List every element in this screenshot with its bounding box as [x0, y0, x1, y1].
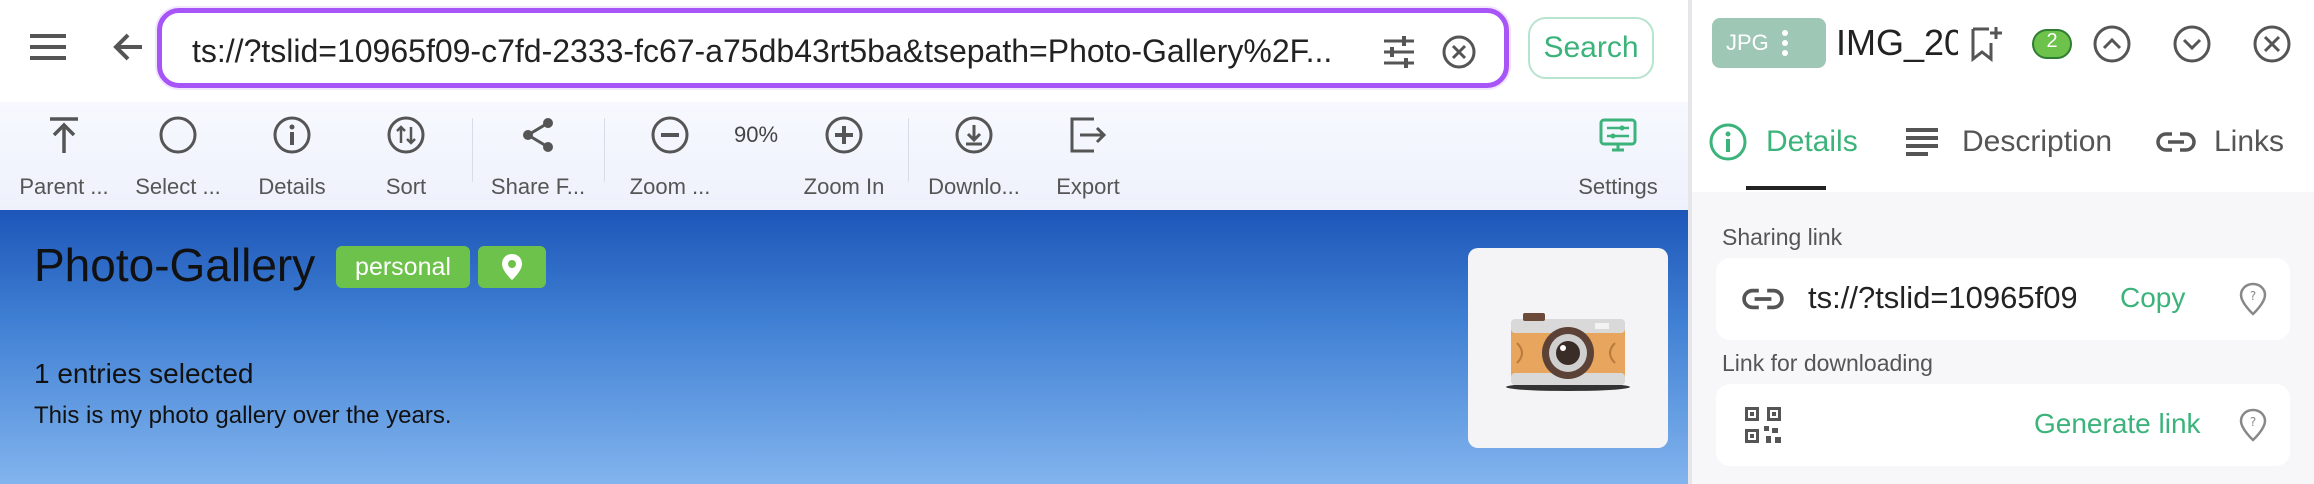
next-entry-button[interactable] — [2170, 22, 2214, 66]
tab-links[interactable]: Links — [2156, 120, 2284, 164]
tags-count: 2 — [2046, 30, 2058, 52]
tab-links-label: Links — [2214, 125, 2285, 158]
zoom-out-icon — [650, 110, 690, 160]
link-icon — [1742, 288, 1784, 310]
sort-button[interactable]: Sort — [356, 110, 456, 210]
clear-icon[interactable] — [1440, 33, 1478, 71]
share-icon — [518, 110, 558, 160]
zoom-out-label: Zoom ... — [629, 174, 711, 199]
settings-button[interactable]: Settings — [1568, 110, 1668, 210]
select-label: Select ... — [135, 174, 221, 199]
tab-details-label: Details — [1766, 125, 1858, 158]
settings-monitor-icon — [1598, 110, 1638, 160]
folder-description: This is my photo gallery over the years. — [34, 402, 452, 429]
circle-select-icon — [158, 110, 198, 160]
file-name: IMG_20 — [1836, 22, 1958, 63]
selection-status: 1 entries selected — [34, 358, 254, 389]
help-pin-icon[interactable]: ? — [2238, 282, 2268, 316]
info-icon — [272, 110, 312, 160]
bookmark-add-icon[interactable] — [1964, 22, 2008, 66]
close-icon — [2253, 25, 2291, 63]
back-arrow-icon[interactable] — [104, 23, 152, 71]
share-label: Share F... — [490, 174, 586, 199]
camera-icon — [1506, 313, 1630, 391]
address-input[interactable]: ts://?tslid=10965f09-c7fd-2333-fc67-a75d… — [192, 33, 1342, 69]
download-button[interactable]: Downlo... — [924, 110, 1024, 210]
download-icon — [954, 110, 994, 160]
export-button[interactable]: Export — [1038, 110, 1138, 210]
details-label: Details — [258, 174, 326, 199]
tags-count-badge[interactable]: 2 — [2028, 20, 2076, 68]
parent-folder-button[interactable]: Parent ... — [14, 110, 114, 210]
svg-text:?: ? — [2250, 415, 2256, 429]
top-bar: ts://?tslid=10965f09-c7fd-2333-fc67-a75d… — [0, 0, 1688, 102]
tab-description-label: Description — [1962, 125, 2113, 158]
settings-label: Settings — [1578, 174, 1658, 199]
previous-entry-button[interactable] — [2090, 22, 2134, 66]
folder-header: Photo-Gallery personal 1 entries selecte… — [0, 210, 1688, 484]
zoom-out-button[interactable]: Zoom ... — [620, 110, 720, 210]
export-icon — [1068, 110, 1108, 160]
location-tag[interactable] — [478, 246, 546, 288]
download-link-field: Generate link ? — [1716, 384, 2290, 466]
more-vertical-icon — [1781, 30, 1788, 56]
link-icon — [2156, 132, 2196, 152]
zoom-in-button[interactable]: Zoom In — [794, 110, 894, 210]
folder-thumbnail[interactable] — [1468, 248, 1668, 448]
zoom-level: 90% — [733, 122, 779, 147]
generate-link-button[interactable]: Generate link — [2034, 408, 2201, 440]
tag-personal[interactable]: personal — [336, 246, 470, 288]
download-label: Downlo... — [928, 174, 1020, 199]
help-pin-icon[interactable]: ? — [2238, 408, 2268, 442]
file-type-label: JPG — [1726, 30, 1769, 55]
sharing-link-field: ts://?tslid=10965f09-c7fd-2333-fc67-a75d… — [1716, 258, 2290, 340]
close-button[interactable] — [2250, 22, 2294, 66]
folder-title: Photo-Gallery — [34, 239, 316, 291]
svg-text:?: ? — [2250, 289, 2256, 303]
arrow-up-icon — [46, 110, 82, 160]
active-tab-indicator — [1746, 186, 1826, 190]
export-label: Export — [1056, 174, 1120, 199]
details-button[interactable]: Details — [242, 110, 342, 210]
info-icon — [1709, 123, 1747, 161]
parent-folder-label: Parent ... — [19, 174, 109, 199]
toolbar-divider — [908, 118, 909, 182]
select-button[interactable]: Select ... — [128, 110, 228, 210]
links-panel: Sharing link ts://?tslid=10965f09-c7fd-2… — [1692, 192, 2314, 484]
tab-details[interactable]: Details — [1708, 120, 1858, 164]
tab-description[interactable]: Description — [1904, 120, 2112, 164]
qr-code-icon — [1745, 407, 1781, 443]
text-lines-icon — [1906, 128, 1938, 156]
sharing-link-value[interactable]: ts://?tslid=10965f09-c7fd-2333-fc67-a75d… — [1808, 280, 2076, 316]
sharing-link-label: Sharing link — [1722, 224, 1843, 250]
toolbar: Parent ... Select ... Details Sort Share… — [0, 102, 1688, 210]
file-type-badge[interactable]: JPG — [1712, 18, 1826, 68]
toolbar-divider — [604, 118, 605, 182]
address-bar[interactable]: ts://?tslid=10965f09-c7fd-2333-fc67-a75d… — [157, 8, 1509, 88]
entry-properties-pane: JPG IMG_20 2 Details Description Links S… — [1688, 0, 2314, 484]
menu-icon[interactable] — [24, 23, 72, 71]
chevron-down-icon — [2173, 25, 2211, 63]
zoom-in-label: Zoom In — [803, 174, 885, 199]
share-button[interactable]: Share F... — [488, 110, 588, 210]
filter-sliders-icon[interactable] — [1380, 33, 1418, 71]
sort-icon — [386, 110, 426, 160]
copy-link-button[interactable]: Copy — [2120, 282, 2185, 314]
search-button[interactable]: Search — [1528, 17, 1654, 79]
main-pane: ts://?tslid=10965f09-c7fd-2333-fc67-a75d… — [0, 0, 1688, 484]
download-link-label: Link for downloading — [1722, 350, 1933, 376]
zoom-in-icon — [824, 110, 864, 160]
toolbar-divider — [472, 118, 473, 182]
sort-label: Sort — [385, 174, 427, 199]
chevron-up-icon — [2093, 25, 2131, 63]
location-pin-icon — [502, 254, 522, 280]
